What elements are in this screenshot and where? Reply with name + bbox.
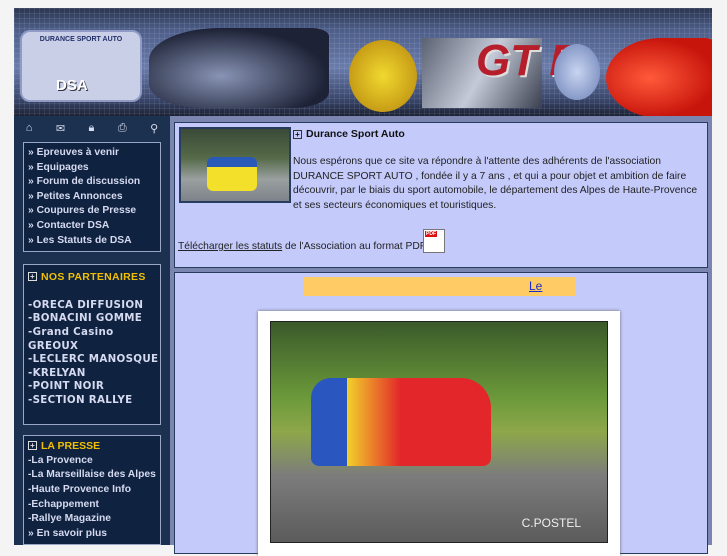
press-item[interactable]: -Echappement — [28, 498, 156, 513]
intro-panel: + Durance Sport Auto Nous espérons que ce… — [174, 122, 708, 268]
press-item[interactable]: -Rallye Magazine — [28, 512, 156, 527]
press-item[interactable]: -Haute Provence Info — [28, 483, 156, 498]
expand-icon[interactable]: + — [293, 130, 302, 139]
tachometer-image — [349, 40, 417, 112]
menu-item[interactable]: » Petites Annonces — [28, 190, 156, 205]
gear-shift-image — [554, 44, 600, 100]
menu-item[interactable]: » Forum de discussion — [28, 175, 156, 190]
header-banner: DURANCE SPORT AUTO DSA GT R — [14, 8, 712, 116]
partners-box: + NOS PARTENAIRES -ORECA DIFFUSION -BONAC… — [23, 264, 161, 426]
partner-item[interactable]: -POINT NOIR — [28, 380, 156, 394]
menu-item[interactable]: » Coupures de Presse — [28, 204, 156, 219]
press-more-link[interactable]: » En savoir plus — [28, 527, 156, 542]
partner-item[interactable]: -LECLERC MANOSQUE — [28, 353, 158, 367]
mail-icon[interactable]: ✉ — [56, 122, 65, 135]
main-menu: » Epreuves à venir » Equipages » Forum d… — [23, 142, 161, 253]
menu-item[interactable]: » Epreuves à venir — [28, 146, 156, 161]
dsa-logo[interactable]: DURANCE SPORT AUTO DSA — [20, 30, 142, 102]
press-item[interactable]: -La Marseillaise des Alpes — [28, 468, 156, 483]
partner-item[interactable]: -KRELYAN — [28, 367, 156, 381]
download-statuts-link[interactable]: Télécharger les statuts — [178, 241, 282, 252]
expand-icon[interactable]: + — [28, 441, 37, 451]
photo-credit: C.POSTEL — [521, 516, 581, 530]
partner-item[interactable]: GREOUX — [28, 340, 156, 354]
press-item[interactable]: -La Provence — [28, 454, 156, 469]
red-car-image — [606, 38, 712, 116]
partner-item[interactable]: -ORECA DIFFUSION — [28, 299, 156, 313]
toolbar: ⌂ ✉ 🔒︎ ⎙ ⚲ — [14, 116, 170, 140]
partner-item[interactable]: -Grand Casino — [28, 326, 156, 340]
menu-item[interactable]: » Contacter DSA — [28, 219, 156, 234]
news-link[interactable]: Le — [529, 279, 542, 293]
search-icon[interactable]: ⚲ — [150, 122, 158, 135]
pdf-icon[interactable]: PDF — [423, 229, 445, 253]
news-panel: Le C.POSTEL — [174, 272, 708, 556]
rally-car-thumbnail — [179, 127, 291, 203]
main-content: + Durance Sport Auto Nous espérons que ce… — [170, 116, 712, 556]
expand-icon[interactable]: + — [28, 272, 37, 282]
menu-item[interactable]: » Equipages — [28, 161, 156, 176]
download-line: Télécharger les statuts de l'Association… — [178, 241, 427, 252]
partners-heading: + NOS PARTENAIRES — [28, 271, 146, 284]
partner-item[interactable]: -SECTION RALLYE — [28, 394, 156, 408]
partner-item[interactable]: -BONACINI GOMME — [28, 312, 156, 326]
sidebar: ⌂ ✉ 🔒︎ ⎙ ⚲ » Epreuves à venir » Equipage… — [14, 116, 170, 546]
intro-title: + Durance Sport Auto — [293, 128, 405, 140]
press-heading: + LA PRESSE — [28, 439, 156, 454]
press-box: + LA PRESSE -La Provence -La Marseillaise… — [23, 435, 161, 546]
news-banner: Le — [304, 277, 576, 296]
home-icon[interactable]: ⌂ — [26, 122, 33, 134]
rally-photo: C.POSTEL — [258, 311, 620, 556]
car-image — [149, 28, 329, 108]
print-icon[interactable]: ⎙ — [118, 122, 127, 135]
lock-icon[interactable]: 🔒︎ — [89, 122, 95, 135]
menu-item[interactable]: » Les Statuts de DSA — [28, 234, 156, 249]
intro-text: Nous espérons que ce site va répondre à … — [293, 156, 698, 211]
